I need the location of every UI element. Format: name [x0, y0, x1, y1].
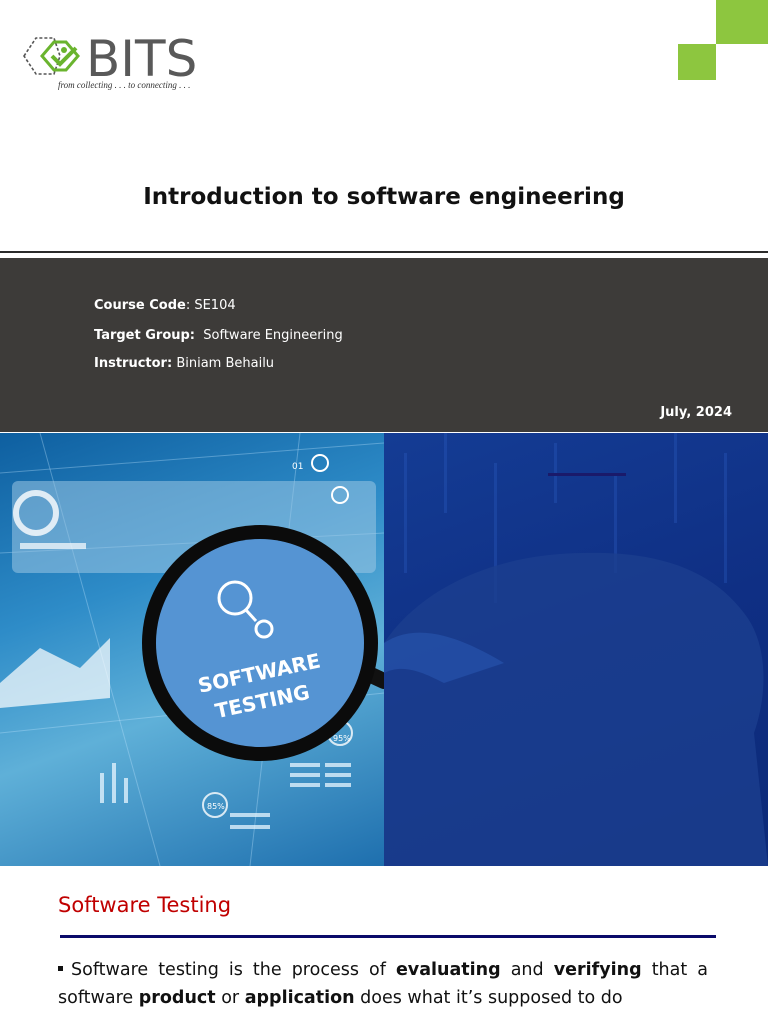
bullet-paragraph: Software testing is the process of evalu…	[58, 956, 708, 1012]
keyword-evaluating: evaluating	[395, 960, 501, 980]
metric-label: 01	[292, 462, 303, 472]
course-info-band: Course Code: SE104 Target Group: Softwar…	[0, 258, 768, 432]
instructor-line: Instructor: Biniam Behailu	[94, 356, 274, 371]
target-group-value: Software Engineering	[203, 328, 343, 343]
bullet-square-icon	[58, 965, 63, 971]
paragraph-text: or	[221, 988, 240, 1008]
digital-hand-illustration	[384, 433, 768, 866]
software-testing-illustration: 01 95% 85% SOFTWARE TESTING	[0, 433, 384, 866]
keyword-verifying: verifying	[553, 960, 642, 980]
course-code-label: Course Code	[94, 298, 186, 313]
instructor-value: Biniam Behailu	[176, 356, 275, 371]
keyword-application: application	[244, 988, 355, 1008]
logo-tagline: from collecting . . . to connecting . . …	[58, 80, 191, 90]
course-code-line: Course Code: SE104	[94, 298, 236, 313]
section-heading: Software Testing	[58, 893, 232, 917]
target-group-line: Target Group: Software Engineering	[94, 328, 343, 343]
target-group-label: Target Group:	[94, 328, 196, 343]
instructor-label: Instructor:	[94, 356, 173, 371]
document-title: Introduction to software engineering	[143, 184, 625, 210]
logo-graphic: BITS	[23, 30, 197, 82]
section-rule	[60, 935, 716, 938]
keyword-product: product	[138, 988, 216, 1008]
bits-logo: BITS from collecting . . . to connecting…	[20, 26, 220, 96]
course-code-value: SE104	[194, 298, 236, 313]
paragraph-text: does what it’s supposed to do	[360, 988, 623, 1008]
decor-square	[678, 44, 716, 80]
decor-square	[716, 0, 768, 44]
document-date: July, 2024	[660, 405, 732, 420]
digital-hand-image	[384, 433, 768, 866]
paragraph-text: and	[510, 960, 544, 980]
metric-label: 85%	[207, 802, 225, 811]
software-testing-image: 01 95% 85% SOFTWARE TESTING	[0, 433, 384, 866]
paragraph-text: Software testing is the process of	[71, 960, 386, 980]
title-rule	[0, 251, 768, 253]
metric-label: 95%	[333, 734, 351, 743]
logo-wordmark: BITS	[86, 30, 197, 82]
